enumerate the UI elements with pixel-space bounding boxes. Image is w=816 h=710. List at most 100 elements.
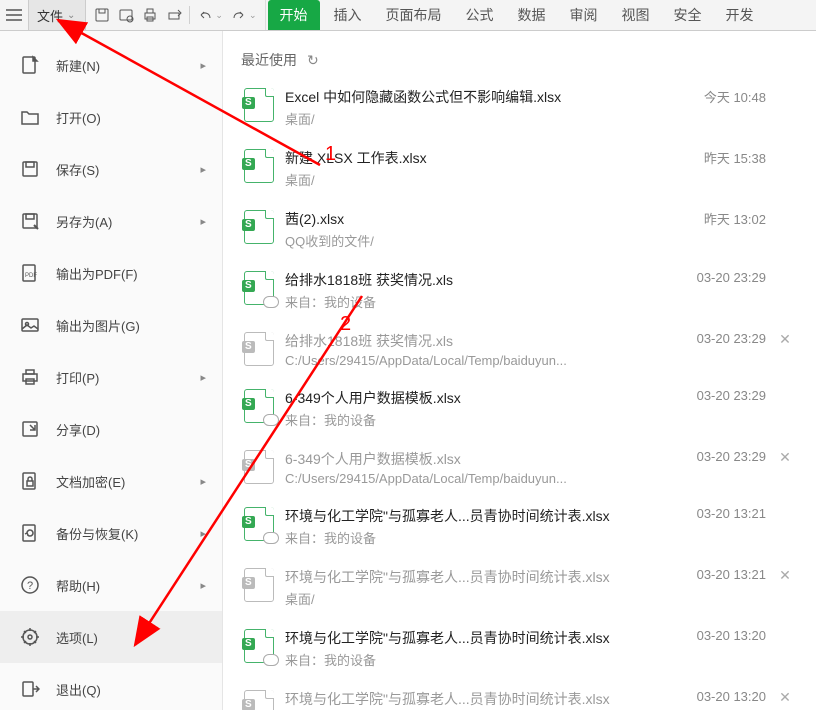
file-path: 来自：我的设备 [285, 410, 658, 429]
file-info: 环境与化工学院"与孤寡老人...员青协时间统计表.xlsx 来自：我的设备 [285, 628, 666, 669]
file-time: 03-20 23:29 [666, 388, 772, 403]
recent-file-row[interactable]: S环境与化工学院"与孤寡老人...员青协时间统计表.xlsx来自：我的设备03-… [241, 618, 804, 679]
recent-file-row[interactable]: S环境与化工学院"与孤寡老人...员青协时间统计表.xlsx桌面/03-20 1… [241, 557, 804, 618]
file-path: 来自：我的设备 [285, 650, 658, 669]
tab-start[interactable]: 开始 [268, 0, 320, 30]
reload-icon[interactable]: ↻ [307, 52, 319, 69]
file-path: C:/Users/29415/AppData/Local/Temp/baiduy… [285, 353, 658, 368]
recent-files-panel: 最近使用 ↻ SExcel 中如何隐藏函数公式但不影响编辑.xlsx桌面/今天 … [223, 31, 816, 710]
file-path: 来自：我的设备 [285, 528, 658, 547]
recent-file-row[interactable]: S 给排水1818班 获奖情况.xls 来自：我的设备 03-20 23:29 [241, 260, 804, 321]
file-time: 03-20 23:29 [666, 270, 772, 285]
file-info: 茜(2).xlsxQQ收到的文件/ [285, 209, 666, 250]
cloud-icon [263, 414, 279, 426]
file-type-icon: S [241, 449, 277, 485]
recent-file-row[interactable]: S环境与化工学院"与孤寡老人...员青协时间统计表.xlsx桌面/03-20 1… [241, 679, 804, 710]
file-name: Excel 中如何隐藏函数公式但不影响编辑.xlsx [285, 87, 658, 107]
sidebar-item-share[interactable]: 分享(D) [0, 403, 222, 455]
sidebar-item-label: 退出(Q) [56, 680, 101, 699]
file-info: 6-349个人用户数据模板.xlsxC:/Users/29415/AppData… [285, 449, 666, 486]
sidebar-item-exit[interactable]: 退出(Q) [0, 663, 222, 710]
file-info: 环境与化工学院"与孤寡老人...员青协时间统计表.xlsx桌面/ [285, 567, 666, 608]
sidebar-item-new[interactable]: 新建(N)▸ [0, 39, 222, 91]
file-time: 03-20 13:21 [666, 506, 772, 521]
sidebar-item-lock[interactable]: 文档加密(E)▸ [0, 455, 222, 507]
file-name: 环境与化工学院"与孤寡老人...员青协时间统计表.xlsx [285, 628, 658, 648]
file-info: 给排水1818班 获奖情况.xls 来自：我的设备 [285, 270, 666, 311]
lock-icon [18, 471, 42, 491]
chevron-down-icon: ⌄ [67, 10, 75, 21]
file-name: 环境与化工学院"与孤寡老人...员青协时间统计表.xlsx [285, 689, 658, 709]
hamburger-icon[interactable] [0, 0, 29, 30]
sidebar-item-saveas[interactable]: 另存为(A)▸ [0, 195, 222, 247]
undo-dropdown-icon[interactable]: ⌄ [215, 10, 223, 21]
help-icon: ? [18, 575, 42, 595]
tab-formula[interactable]: 公式 [454, 0, 506, 30]
recent-file-row[interactable]: S6-349个人用户数据模板.xlsx来自：我的设备03-20 23:29 [241, 378, 804, 439]
file-menu-sidebar: 新建(N)▸打开(O)保存(S)▸另存为(A)▸PDF输出为PDF(F)输出为图… [0, 31, 223, 710]
file-type-icon: S [241, 388, 277, 424]
share-icon [18, 419, 42, 439]
print-icon[interactable] [138, 3, 162, 27]
remove-recent-icon[interactable]: ✕ [772, 689, 798, 706]
file-info: 环境与化工学院"与孤寡老人...员青协时间统计表.xlsx 来自：我的设备 [285, 506, 666, 547]
exit-icon [18, 679, 42, 699]
sidebar-item-help[interactable]: ?帮助(H)▸ [0, 559, 222, 611]
sidebar-item-label: 分享(D) [56, 420, 100, 439]
sidebar-item-label: 新建(N) [56, 56, 100, 75]
file-info: 6-349个人用户数据模板.xlsx来自：我的设备 [285, 388, 666, 429]
sidebar-item-label: 输出为图片(G) [56, 316, 140, 335]
remove-recent-icon[interactable]: ✕ [772, 449, 798, 466]
file-type-icon: S [241, 270, 277, 306]
tab-layout[interactable]: 页面布局 [374, 0, 454, 30]
redo-dropdown-icon[interactable]: ⌄ [249, 10, 257, 21]
image-icon [18, 315, 42, 335]
file-name: 环境与化工学院"与孤寡老人...员青协时间统计表.xlsx [285, 567, 658, 587]
file-path: 桌面/ [285, 109, 658, 128]
sidebar-item-image[interactable]: 输出为图片(G) [0, 299, 222, 351]
file-name: 新建 XLSX 工作表.xlsx [285, 148, 658, 168]
save-icon[interactable] [90, 3, 114, 27]
file-type-icon: S [241, 689, 277, 710]
file-path: 来自：我的设备 [285, 292, 658, 311]
undo-icon[interactable] [193, 3, 217, 27]
tab-review[interactable]: 审阅 [558, 0, 610, 30]
print-preview-icon[interactable] [114, 3, 138, 27]
file-type-icon: S [241, 506, 277, 542]
recent-file-row[interactable]: S新建 XLSX 工作表.xlsx桌面/昨天 15:38 [241, 138, 804, 199]
sidebar-item-options[interactable]: 选项(L) [0, 611, 222, 663]
sidebar-item-save[interactable]: 保存(S)▸ [0, 143, 222, 195]
remove-recent-icon[interactable]: ✕ [772, 331, 798, 348]
tab-view[interactable]: 视图 [610, 0, 662, 30]
file-time: 昨天 13:02 [666, 209, 772, 228]
recent-file-row[interactable]: S 环境与化工学院"与孤寡老人...员青协时间统计表.xlsx 来自：我的设备 03-… [241, 496, 804, 557]
recent-file-row[interactable]: S给排水1818班 获奖情况.xlsC:/Users/29415/AppData… [241, 321, 804, 378]
file-info: Excel 中如何隐藏函数公式但不影响编辑.xlsx 桌面/ [285, 87, 666, 128]
recent-file-row[interactable]: S茜(2).xlsxQQ收到的文件/昨天 13:02 [241, 199, 804, 260]
file-name: 给排水1818班 获奖情况.xls [285, 270, 658, 290]
sidebar-item-label: 另存为(A) [56, 212, 112, 231]
tab-security[interactable]: 安全 [662, 0, 714, 30]
chevron-right-icon: ▸ [200, 475, 206, 488]
file-name: 环境与化工学院"与孤寡老人...员青协时间统计表.xlsx [285, 506, 658, 526]
tab-data[interactable]: 数据 [506, 0, 558, 30]
file-time: 03-20 23:29 [666, 331, 772, 346]
recent-file-row[interactable]: SExcel 中如何隐藏函数公式但不影响编辑.xlsx桌面/今天 10:48 [241, 77, 804, 138]
recent-file-row[interactable]: S6-349个人用户数据模板.xlsxC:/Users/29415/AppDat… [241, 439, 804, 496]
sidebar-item-backup[interactable]: 备份与恢复(K)▸ [0, 507, 222, 559]
redo-icon[interactable] [227, 3, 251, 27]
top-toolbar: 文件 ⌄ ⌄ ⌄ 开始 插入 页面布局 公式 数据 审阅 视图 安全 开发 [0, 0, 816, 31]
tab-dev[interactable]: 开发 [714, 0, 766, 30]
sidebar-item-label: 保存(S) [56, 160, 99, 179]
tab-insert[interactable]: 插入 [322, 0, 374, 30]
backup-icon [18, 523, 42, 543]
sidebar-item-pdf[interactable]: PDF输出为PDF(F) [0, 247, 222, 299]
file-menu-button[interactable]: 文件 ⌄ [29, 0, 86, 30]
cloud-icon [263, 296, 279, 308]
remove-recent-icon[interactable]: ✕ [772, 567, 798, 584]
direct-print-icon[interactable] [162, 3, 186, 27]
sidebar-item-print[interactable]: 打印(P)▸ [0, 351, 222, 403]
print-icon [18, 367, 42, 387]
file-type-icon: S [241, 628, 277, 664]
sidebar-item-open[interactable]: 打开(O) [0, 91, 222, 143]
